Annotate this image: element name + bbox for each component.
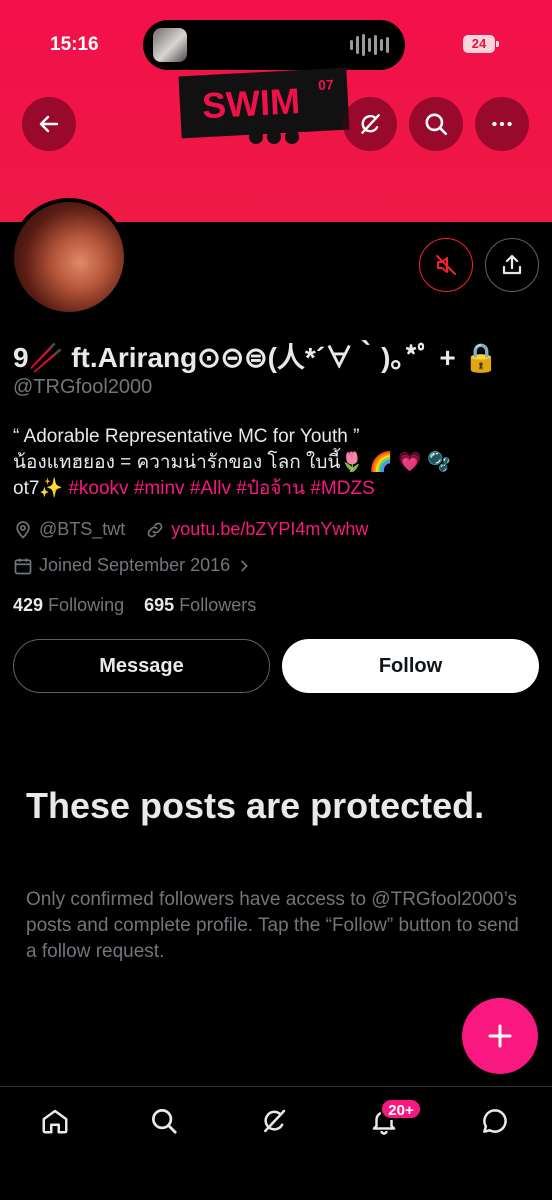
profile-bio: “ Adorable Representative MC for Youth ”… [13,424,538,502]
share-icon [502,254,522,275]
follow-stats: 429 Following 695 Followers [13,595,256,616]
arrow-left-icon [39,115,59,133]
banner-logo-text: SWIM [200,80,301,127]
location-pin-icon [16,520,30,539]
following-label: Following [48,595,125,615]
search-icon [425,113,448,136]
protected-posts-description: Only confirmed followers have access to … [26,889,519,962]
dynamic-island[interactable] [143,20,405,70]
joined-date: Joined September 2016 [39,555,231,575]
bio-line-text: ot7✨ [13,478,69,499]
followers-stat[interactable]: 695 Followers [144,595,256,615]
plus-icon [488,1024,512,1048]
followers-count: 695 [144,595,175,615]
bottom-tab-bar [0,1086,552,1200]
grok-icon [264,1109,286,1133]
tab-grok[interactable] [256,1103,292,1139]
grok-button[interactable] [343,97,397,151]
followers-label: Followers [179,595,257,615]
share-button[interactable] [485,238,539,292]
home-icon [42,1109,68,1134]
notifications-badge: 20+ [380,1098,422,1120]
bio-line: “ Adorable Representative MC for Youth ” [13,426,360,447]
calendar-icon [14,558,32,574]
link-icon [147,522,163,537]
profile-avatar[interactable] [10,198,128,316]
tab-search[interactable] [146,1103,182,1139]
following-stat[interactable]: 429 Following [13,595,124,615]
battery-indicator: 24 [463,35,499,53]
bio-line: น้องแทฮยอง = ความน่ารักของ โลก ใบนี้🌷 🌈 … [13,452,451,473]
profile-meta-row: @BTS_twt youtu.be/bZYPI4mYwhw [13,519,368,540]
tab-messages[interactable] [477,1103,513,1139]
more-horizontal-icon [492,121,512,127]
now-playing-thumbnail [153,28,187,62]
profile-location: @BTS_twt [39,519,126,539]
follow-button[interactable]: Follow [282,639,539,693]
message-button[interactable]: Message [13,639,270,693]
profile-handle: @TRGfool2000 [13,376,153,398]
profile-website-link[interactable]: youtu.be/bZYPI4mYwhw [171,519,368,540]
bio-hashtags[interactable]: #kookv #minv #Allv #ป๋อจ้าน #MDZS [68,478,374,499]
back-button[interactable] [22,97,76,151]
protected-posts-title: These posts are protected. [26,785,485,826]
search-icon [152,1109,177,1134]
more-options-button[interactable] [475,97,529,151]
banner-logo-number: 07 [317,76,335,94]
chat-bubble-icon [483,1109,507,1133]
search-button[interactable] [409,97,463,151]
banner-logo-marks [249,130,299,144]
tab-home[interactable] [37,1103,73,1139]
following-count: 429 [13,595,44,615]
joined-date-row[interactable]: Joined September 2016 [13,555,252,576]
avatar-image [14,202,124,312]
banner-logo: SWIM 07 [178,67,350,139]
profile-display-name: 9🥢 ft.Arirang⊙⊝⊜(人*´∀｀)｡*ﾟ + 🔒 [13,342,499,373]
muted-icon [436,255,456,275]
bio-line: ot7✨ #kookv #minv #Allv #ป๋อจ้าน #MDZS [13,476,538,502]
unmute-button[interactable] [419,238,473,292]
compose-post-button[interactable] [462,998,538,1074]
grok-icon [361,114,380,134]
audio-waveform-icon [350,34,389,56]
chevron-right-icon [241,560,248,571]
status-time: 15:16 [50,34,99,55]
